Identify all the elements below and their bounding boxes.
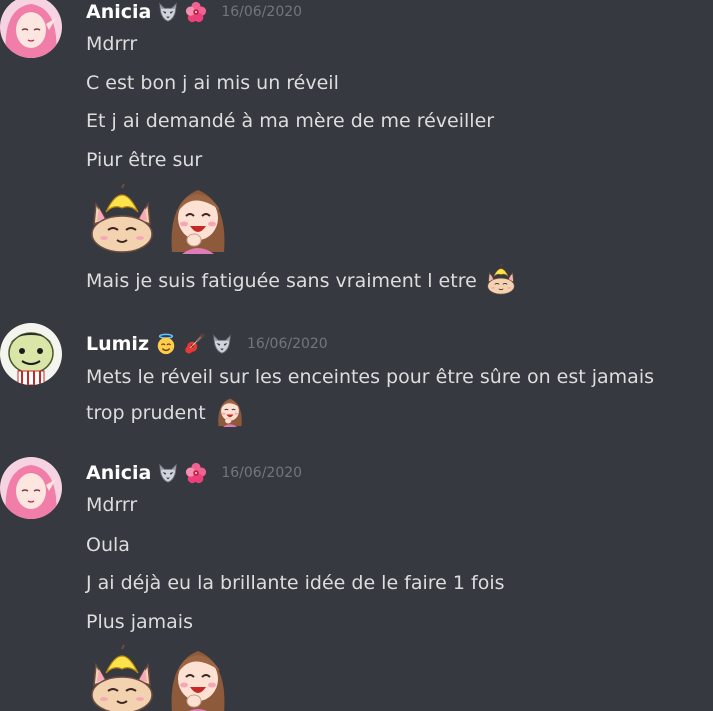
timestamp: 16/06/2020 (247, 336, 328, 352)
message-text-content: Mais je suis fatiguée sans vraiment l et… (86, 270, 477, 292)
message-header: Lumiz 16/06/2020 (86, 331, 328, 357)
message-text-content: trop prudent (86, 402, 206, 424)
avatar[interactable] (0, 0, 62, 58)
message-text: Et j ai demandé à ma mère de me réveille… (86, 110, 495, 132)
hibiscus-icon (185, 1, 207, 23)
laughing-girl-emoji[interactable] (214, 395, 246, 427)
username[interactable]: Lumiz (86, 333, 149, 355)
banana-cat-emoji[interactable] (86, 643, 158, 711)
emoji-message (86, 643, 234, 711)
message-text: trop prudent (86, 395, 246, 427)
guitar-icon (183, 333, 205, 355)
message-text: J ai déjà eu la brillante idée de le fai… (86, 572, 505, 594)
wolf-icon (157, 462, 179, 484)
message-text: Mais je suis fatiguée sans vraiment l et… (86, 263, 517, 295)
username[interactable]: Anicia (86, 462, 151, 484)
username[interactable]: Anicia (86, 1, 151, 23)
message-text: Oula (86, 534, 130, 556)
message-text: Mets le réveil sur les enceintes pour êt… (86, 366, 654, 388)
innocent-face-icon (155, 333, 177, 355)
laughing-girl-emoji[interactable] (162, 182, 234, 254)
banana-cat-emoji[interactable] (86, 182, 158, 254)
emoji-message (86, 182, 234, 254)
laughing-girl-emoji[interactable] (162, 643, 234, 711)
timestamp: 16/06/2020 (221, 465, 303, 481)
message-header: Anicia 16/06/2020 (86, 460, 302, 486)
wolf-icon (157, 1, 179, 23)
message-text: Mdrrr (86, 33, 138, 55)
message-header: Anicia 16/06/2020 (86, 0, 302, 25)
avatar[interactable] (0, 323, 62, 385)
message-text: Plus jamais (86, 611, 193, 633)
message-text: Mdrrr (86, 494, 138, 516)
banana-cat-emoji[interactable] (485, 263, 517, 295)
timestamp: 16/06/2020 (221, 4, 303, 20)
message-text: Piur être sur (86, 149, 203, 171)
avatar[interactable] (0, 457, 62, 519)
hibiscus-icon (185, 462, 207, 484)
chat-messages: Anicia 16/06/2020 Mdrrr C est bon j ai m… (0, 0, 713, 711)
wolf-icon (211, 333, 233, 355)
message-text: C est bon j ai mis un réveil (86, 72, 339, 94)
